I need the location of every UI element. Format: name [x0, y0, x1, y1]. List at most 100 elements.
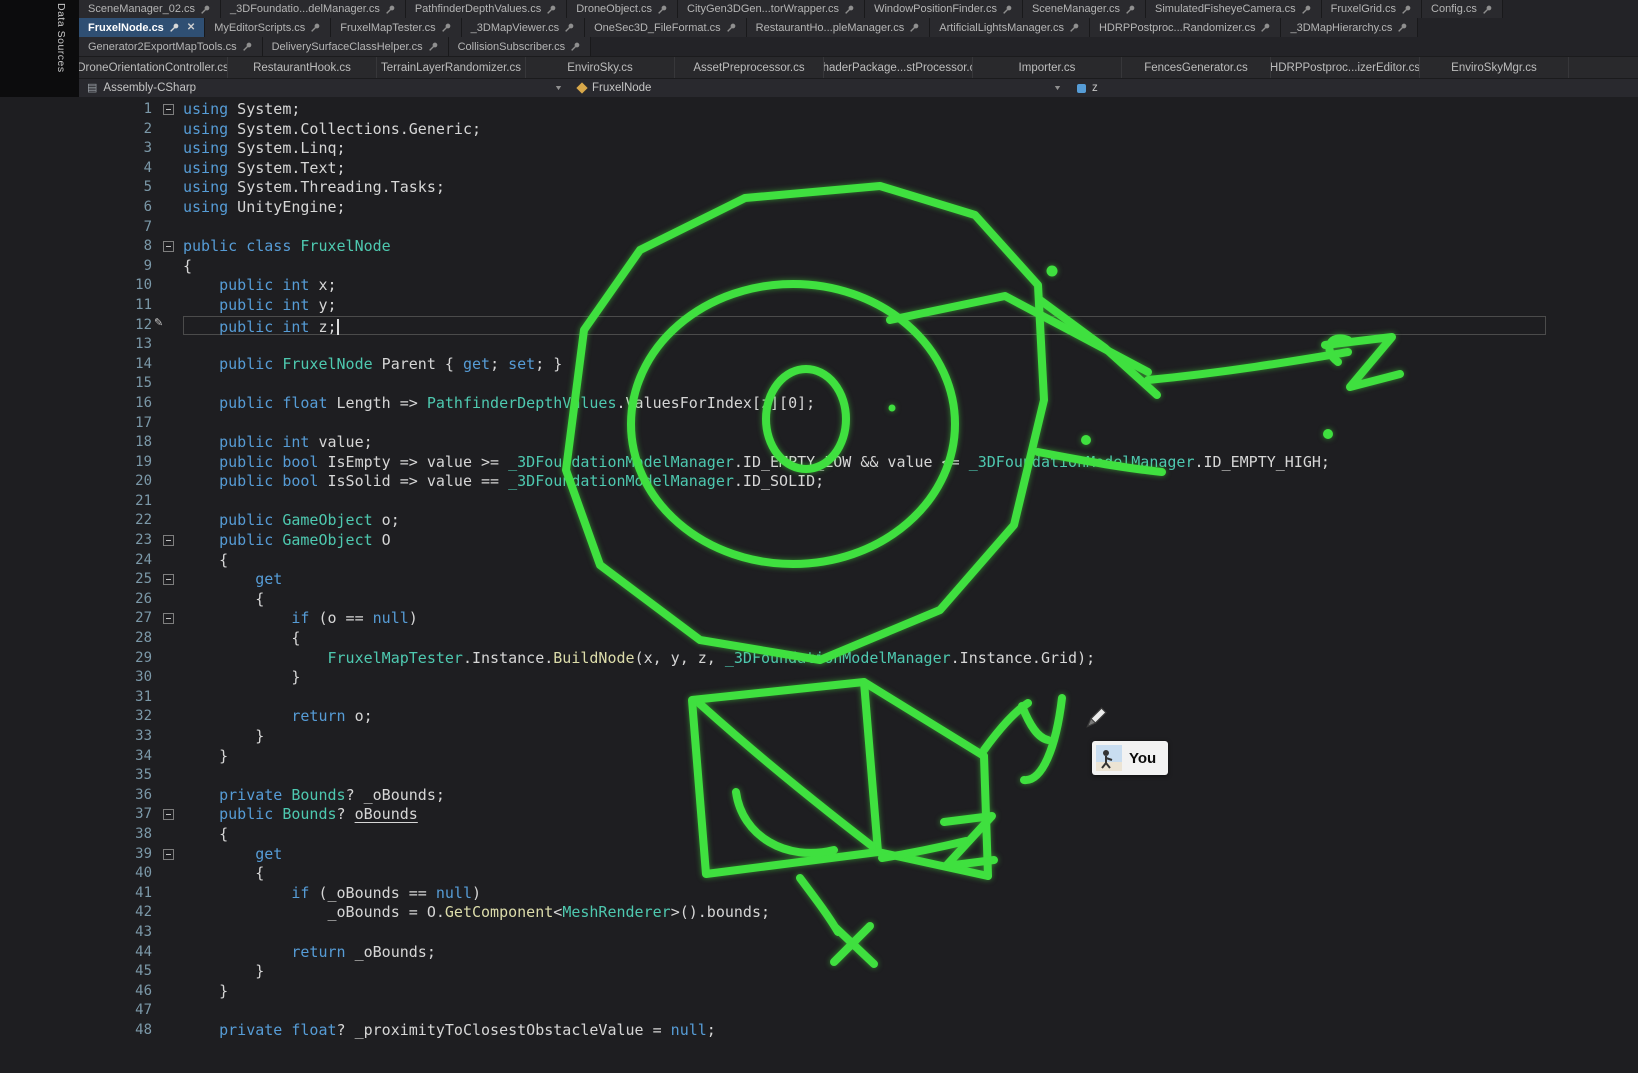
- tab-3dmaphierarchy-cs[interactable]: _3DMapHierarchy.cs: [1281, 18, 1418, 37]
- code-line-26[interactable]: 26 {: [0, 590, 1638, 610]
- pin-icon[interactable]: [1125, 4, 1136, 15]
- code-line-1[interactable]: 1using System;: [0, 100, 1638, 120]
- code-line-42[interactable]: 42 _oBounds = O.GetComponent<MeshRendere…: [0, 903, 1638, 923]
- fold-margin[interactable]: [152, 609, 183, 629]
- code-line-37[interactable]: 37 public Bounds? oBounds: [0, 805, 1638, 825]
- pin-icon[interactable]: [1260, 22, 1271, 33]
- pin-icon[interactable]: [1482, 4, 1493, 15]
- code-line-46[interactable]: 46 }: [0, 982, 1638, 1002]
- pin-icon[interactable]: [564, 22, 575, 33]
- code-line-29[interactable]: 29 FruxelMapTester.Instance.BuildNode(x,…: [0, 649, 1638, 669]
- code-line-20[interactable]: 20 public bool IsSolid => value == _3DFo…: [0, 472, 1638, 492]
- collapse-region-icon[interactable]: [163, 809, 174, 820]
- tab-droneorientationcontroller-cs[interactable]: DroneOrientationController.cs: [79, 57, 228, 78]
- fold-margin[interactable]: [152, 237, 183, 257]
- code-line-34[interactable]: 34 }: [0, 747, 1638, 767]
- tab-pathfinderdepthvalues-cs[interactable]: PathfinderDepthValues.cs: [406, 0, 567, 18]
- pin-icon[interactable]: [1397, 22, 1408, 33]
- tab-scenemanager-cs[interactable]: SceneManager.cs: [1023, 0, 1146, 18]
- code-line-14[interactable]: 14 public FruxelNode Parent { get; set; …: [0, 355, 1638, 375]
- tab-onesec3d-fileformat-cs[interactable]: OneSec3D_FileFormat.cs: [585, 18, 747, 37]
- tab-generator2exportmaptools-cs[interactable]: Generator2ExportMapTools.cs: [79, 37, 263, 56]
- tab-config-cs[interactable]: Config.cs: [1422, 0, 1503, 18]
- tab-enviroskymgr-cs[interactable]: EnviroSkyMgr.cs: [1420, 57, 1569, 78]
- code-line-32[interactable]: 32 return o;: [0, 707, 1638, 727]
- code-line-6[interactable]: 6using UnityEngine;: [0, 198, 1638, 218]
- pin-icon[interactable]: [657, 4, 668, 15]
- pin-icon[interactable]: [844, 4, 855, 15]
- tab-fruxelmaptester-cs[interactable]: FruxelMapTester.cs: [331, 18, 461, 37]
- tab-assetpreprocessor-cs[interactable]: AssetPreprocessor.cs: [675, 57, 824, 78]
- code-line-10[interactable]: 10 public int x;: [0, 276, 1638, 296]
- tab-envirosky-cs[interactable]: EnviroSky.cs: [526, 57, 675, 78]
- code-line-21[interactable]: 21: [0, 492, 1638, 512]
- pin-icon[interactable]: [909, 22, 920, 33]
- code-line-19[interactable]: 19 public bool IsEmpty => value >= _3DFo…: [0, 453, 1638, 473]
- pin-icon[interactable]: [726, 22, 737, 33]
- breadcrumb-member-dropdown[interactable]: z: [1069, 79, 1638, 97]
- collapse-region-icon[interactable]: [163, 104, 174, 115]
- tab-citygen3dgen-torwrapper-cs[interactable]: CityGen3DGen...torWrapper.cs: [678, 0, 865, 18]
- tab-collisionsubscriber-cs[interactable]: CollisionSubscriber.cs: [449, 37, 592, 56]
- tab-shaderpackage-stprocessor-cs[interactable]: ShaderPackage...stProcessor.cs: [824, 57, 973, 78]
- tab-restauranthook-cs[interactable]: RestaurantHook.cs: [228, 57, 377, 78]
- collapse-region-icon[interactable]: [163, 535, 174, 546]
- code-line-4[interactable]: 4using System.Text;: [0, 159, 1638, 179]
- tab-fruxelgrid-cs[interactable]: FruxelGrid.cs: [1322, 0, 1422, 18]
- code-editor[interactable]: 1using System;2using System.Collections.…: [0, 97, 1638, 1073]
- pin-icon[interactable]: [546, 4, 557, 15]
- code-line-28[interactable]: 28 {: [0, 629, 1638, 649]
- code-line-13[interactable]: 13: [0, 335, 1638, 355]
- tab-3dmapviewer-cs[interactable]: _3DMapViewer.cs: [462, 18, 585, 37]
- code-line-23[interactable]: 23 public GameObject O: [0, 531, 1638, 551]
- code-line-12[interactable]: 12✎ public int z;: [0, 316, 1638, 336]
- pin-icon[interactable]: [428, 41, 439, 52]
- data-sources-tool-tab[interactable]: Data Sources: [55, 3, 67, 73]
- tab-deliverysurfaceclasshelper-cs[interactable]: DeliverySurfaceClassHelper.cs: [263, 37, 449, 56]
- tab-importer-cs[interactable]: Importer.cs: [973, 57, 1122, 78]
- pin-icon[interactable]: [1301, 4, 1312, 15]
- collapse-region-icon[interactable]: [163, 574, 174, 585]
- tab-restaurantho-plemanager-cs[interactable]: RestaurantHo...pleManager.cs: [747, 18, 931, 37]
- close-icon[interactable]: ✕: [187, 22, 195, 33]
- code-line-8[interactable]: 8public class FruxelNode: [0, 237, 1638, 257]
- pin-icon[interactable]: [1002, 4, 1013, 15]
- tab-artificiallightsmanager-cs[interactable]: ArtificialLightsManager.cs: [930, 18, 1090, 37]
- tab-droneobject-cs[interactable]: DroneObject.cs: [567, 0, 678, 18]
- tab-fruxelnode-cs[interactable]: FruxelNode.cs✕: [79, 18, 205, 37]
- tab-3dfoundatio-delmanager-cs[interactable]: _3DFoundatio...delManager.cs: [221, 0, 406, 18]
- tab-terrainlayerrandomizer-cs[interactable]: TerrainLayerRandomizer.cs: [377, 57, 526, 78]
- tab-hdrppostproc-izereditor-cs[interactable]: HDRPPostproc...izerEditor.cs: [1271, 57, 1420, 78]
- code-line-38[interactable]: 38 {: [0, 825, 1638, 845]
- tab-windowpositionfinder-cs[interactable]: WindowPositionFinder.cs: [865, 0, 1023, 18]
- code-line-3[interactable]: 3using System.Linq;: [0, 139, 1638, 159]
- pin-icon[interactable]: [310, 22, 321, 33]
- code-line-35[interactable]: 35: [0, 766, 1638, 786]
- fold-margin[interactable]: [152, 100, 183, 120]
- fold-margin[interactable]: [152, 531, 183, 551]
- tab-simulatedfisheyecamera-cs[interactable]: SimulatedFisheyeCamera.cs: [1146, 0, 1322, 18]
- pin-icon[interactable]: [242, 41, 253, 52]
- code-line-7[interactable]: 7: [0, 218, 1638, 238]
- code-line-47[interactable]: 47: [0, 1001, 1638, 1021]
- code-line-48[interactable]: 48 private float? _proximityToClosestObs…: [0, 1021, 1638, 1041]
- code-line-31[interactable]: 31: [0, 688, 1638, 708]
- collapse-region-icon[interactable]: [163, 613, 174, 624]
- code-line-11[interactable]: 11 public int y;: [0, 296, 1638, 316]
- code-line-18[interactable]: 18 public int value;: [0, 433, 1638, 453]
- code-line-43[interactable]: 43: [0, 923, 1638, 943]
- pin-icon[interactable]: [200, 4, 211, 15]
- fold-margin[interactable]: [152, 570, 183, 590]
- pin-icon[interactable]: [169, 22, 180, 33]
- tab-fencesgenerator-cs[interactable]: FencesGenerator.cs: [1122, 57, 1271, 78]
- collapse-region-icon[interactable]: [163, 849, 174, 860]
- code-line-39[interactable]: 39 get: [0, 845, 1638, 865]
- code-line-27[interactable]: 27 if (o == null): [0, 609, 1638, 629]
- tab-myeditorscripts-cs[interactable]: MyEditorScripts.cs: [205, 18, 331, 37]
- code-line-33[interactable]: 33 }: [0, 727, 1638, 747]
- code-line-22[interactable]: 22 public GameObject o;: [0, 511, 1638, 531]
- pin-icon[interactable]: [1069, 22, 1080, 33]
- code-line-15[interactable]: 15: [0, 374, 1638, 394]
- breadcrumb-project-dropdown[interactable]: ▤ Assembly-CSharp ▼: [79, 79, 570, 97]
- code-line-40[interactable]: 40 {: [0, 864, 1638, 884]
